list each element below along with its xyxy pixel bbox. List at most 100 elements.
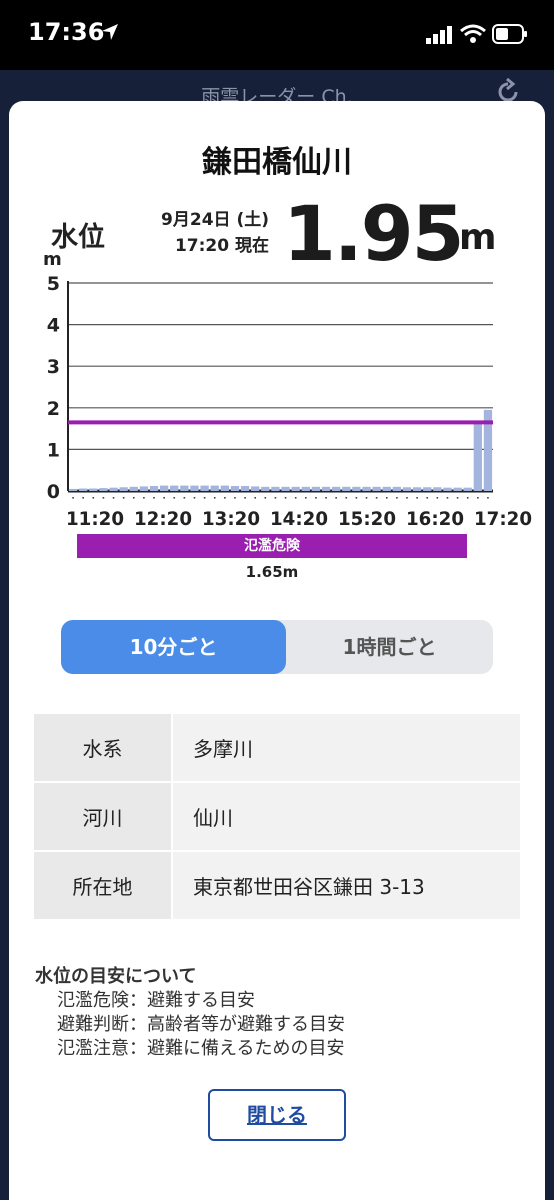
x-tick-dot (183, 497, 186, 499)
chart-bar (220, 485, 229, 491)
x-tick-dot (375, 497, 378, 499)
x-tick-dot (396, 497, 398, 499)
x-tick-label: 13:20 (202, 508, 260, 529)
y-tick-label: 4 (47, 315, 60, 337)
chart-bar (423, 487, 432, 491)
chart-bar (342, 486, 351, 491)
chart-bar (271, 486, 280, 491)
chart-bar (119, 487, 128, 491)
location-arrow-icon (102, 24, 118, 40)
chart-bar (230, 486, 240, 491)
x-tick-dot (406, 497, 408, 499)
x-tick-dot (224, 497, 226, 499)
wifi-icon (460, 24, 486, 43)
info-key: 所在地 (34, 852, 173, 921)
info-key: 水系 (34, 714, 173, 783)
x-tick-dot (325, 497, 327, 499)
chart-bar (372, 486, 381, 491)
x-tick-dot (213, 497, 216, 499)
close-button[interactable]: 閉じる (208, 1089, 346, 1141)
x-tick-dot (234, 497, 236, 499)
chart-bar (463, 487, 472, 491)
chart-bar (129, 486, 138, 491)
x-tick-dot (153, 497, 155, 499)
x-tick-dot (294, 497, 297, 499)
x-tick-dot (487, 497, 489, 499)
chart-bar (79, 488, 88, 491)
chart-bar (210, 485, 219, 491)
chart-bar (68, 488, 78, 491)
station-title: 鎌田橋仙川 (202, 145, 352, 180)
station-detail-modal: 鎌田橋仙川 水位 m 9月24日 (土) 17:20 現在 1.95 m 012… (9, 101, 545, 1200)
x-tick-dot (284, 497, 287, 499)
x-tick-dot (416, 497, 418, 499)
chart-bar (473, 422, 482, 491)
water-level-notes[interactable]: 水位の目安について 氾濫危険：避難する目安 避難判断：高齢者等が避難する目安 氾… (35, 965, 515, 1062)
chart-bar (149, 486, 159, 491)
chart-bar (109, 487, 118, 491)
chart-bar (382, 486, 391, 491)
x-tick-dot (315, 497, 317, 499)
chart-bar (332, 486, 341, 491)
notes-item: 氾濫危険：避難する目安 (57, 990, 255, 1011)
x-tick-dot (335, 497, 337, 499)
y-tick-label: 5 (47, 273, 60, 295)
x-tick-dot (456, 497, 459, 499)
notes-item: 氾濫注意：避難に備えるための目安 (57, 1038, 345, 1059)
water-level-chart: 0 1 2 3 4 5 11:20 12:20 13:20 14:20 15:20 16:20 17:2… (47, 273, 532, 529)
chart-bar (301, 486, 310, 491)
observed-date: 9月24日 (土) (161, 210, 269, 230)
chart-bar (453, 487, 462, 491)
chart-bar (200, 485, 209, 491)
x-tick-dot (173, 497, 176, 499)
x-tick-dot (112, 497, 115, 499)
cellular-signal-icon (426, 26, 452, 44)
x-tick-dot (385, 497, 388, 499)
x-tick-dot (72, 497, 74, 499)
notes-title: 水位の目安について (35, 966, 197, 987)
x-tick-dot (132, 497, 135, 499)
x-tick-dot (355, 497, 358, 499)
x-tick-label: 12:20 (134, 508, 192, 529)
x-tick-dot (193, 497, 196, 499)
x-tick-label: 11:20 (66, 508, 124, 529)
chart-bar (412, 487, 422, 491)
toggle-10min[interactable]: 10分ごと (61, 620, 286, 674)
x-tick-dot (274, 497, 277, 499)
y-tick-label: 3 (47, 356, 60, 378)
x-tick-label: 15:20 (338, 508, 396, 529)
chart-bar (159, 485, 169, 491)
chart-bar (180, 485, 189, 491)
flood-danger-value: 1.65m (245, 563, 299, 581)
status-time: 17:36 (28, 18, 105, 46)
chart-bar (311, 486, 321, 491)
toggle-1hour[interactable]: 1時間ごと (286, 620, 493, 674)
chart-bar (281, 486, 290, 491)
chart-bar (443, 487, 452, 491)
chart-bar (352, 486, 361, 491)
interval-toggle: 10分ごと 1時間ごと (61, 620, 493, 674)
x-tick-dot (477, 497, 479, 499)
status-bar: 17:36 (0, 0, 554, 70)
x-tick-dot (122, 497, 125, 499)
table-row: 所在地 東京都世田谷区鎌田 3-13 (34, 852, 520, 921)
chart-bar (139, 486, 149, 491)
x-tick-dot (82, 497, 84, 499)
chart-bar (321, 486, 331, 491)
chart-bar (99, 488, 108, 491)
y-tick-label: 0 (47, 481, 60, 503)
info-value: 多摩川 (173, 714, 520, 783)
table-row: 河川 仙川 (34, 783, 520, 852)
chart-bar (362, 486, 371, 491)
station-info-table: 水系 多摩川 河川 仙川 所在地 東京都世田谷区鎌田 3-13 (34, 714, 520, 921)
chart-bar (251, 486, 260, 491)
x-tick-dot (264, 497, 267, 499)
x-tick-dot (244, 497, 246, 499)
notes-item: 避難判断：高齢者等が避難する目安 (57, 1014, 345, 1035)
x-tick-dot (92, 497, 95, 499)
x-tick-dot (304, 497, 307, 499)
info-value: 仙川 (173, 783, 520, 852)
x-tick-label: 17:20 (474, 508, 532, 529)
x-tick-dot (102, 497, 105, 499)
x-tick-label: 14:20 (270, 508, 328, 529)
